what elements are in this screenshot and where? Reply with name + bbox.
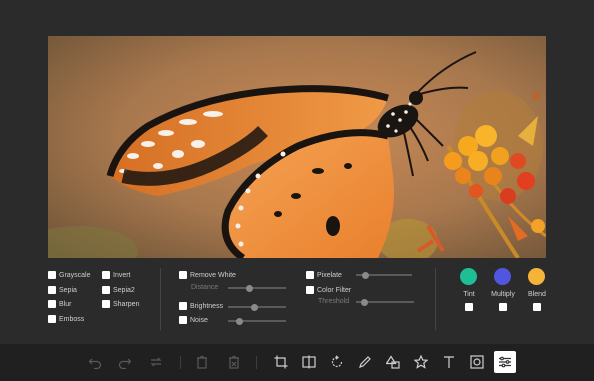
checkbox-box[interactable] <box>102 300 110 308</box>
emboss-checkbox[interactable]: Emboss <box>48 315 84 323</box>
divider <box>435 268 436 330</box>
checkbox-label: Noise <box>190 316 208 324</box>
blur-checkbox[interactable]: Blur <box>48 300 71 308</box>
slider-knob[interactable] <box>361 271 369 279</box>
noise-checkbox[interactable]: Noise <box>179 316 208 324</box>
pixelate-slider[interactable] <box>356 271 412 279</box>
slider-knob[interactable] <box>245 284 253 292</box>
undo-icon[interactable] <box>84 351 106 373</box>
reset-icon[interactable] <box>145 351 167 373</box>
text-icon[interactable] <box>438 351 460 373</box>
sepia-checkbox[interactable]: Sepia <box>48 286 77 294</box>
mask-icon[interactable] <box>466 351 488 373</box>
checkbox-box[interactable] <box>48 286 56 294</box>
filter-panel: Grayscale Sepia Blur Emboss Invert Sepia… <box>0 262 594 342</box>
checkbox-box[interactable] <box>306 286 314 294</box>
checkbox-box[interactable] <box>179 302 187 310</box>
checkbox-label: Brightness <box>190 302 224 310</box>
filter-icon[interactable] <box>494 351 516 373</box>
checkbox-label: Pixelate <box>317 271 342 279</box>
checkbox-label: Grayscale <box>59 271 91 279</box>
toolbar-divider <box>256 356 257 369</box>
grayscale-checkbox[interactable]: Grayscale <box>48 271 91 279</box>
butterfly-image <box>48 36 546 258</box>
distance-label: Distance <box>191 284 219 291</box>
checkbox-label: Remove White <box>190 271 236 279</box>
distance-slider[interactable] <box>228 284 286 292</box>
checkbox-label: Blur <box>59 300 72 308</box>
blend-label: Blend <box>528 291 546 298</box>
sharpen-checkbox[interactable]: Sharpen <box>102 300 139 308</box>
remove-white-checkbox[interactable]: Remove White <box>179 271 236 279</box>
threshold-slider[interactable] <box>356 298 414 306</box>
divider <box>160 268 161 330</box>
checkbox-box[interactable] <box>102 271 110 279</box>
editor-canvas[interactable] <box>48 36 546 258</box>
slider-knob[interactable] <box>235 317 243 325</box>
sepia2-checkbox[interactable]: Sepia2 <box>102 286 135 294</box>
checkbox-box[interactable] <box>179 316 187 324</box>
checkbox-label: Sepia <box>59 286 77 294</box>
multiply-checkbox[interactable] <box>499 303 507 311</box>
tint-checkbox[interactable] <box>465 303 473 311</box>
flip-icon[interactable] <box>298 351 320 373</box>
rotate-icon[interactable] <box>326 351 348 373</box>
multiply-color-swatch[interactable] <box>494 268 511 285</box>
brightness-checkbox[interactable]: Brightness <box>179 302 223 310</box>
toolbar-divider <box>180 356 181 369</box>
invert-checkbox[interactable]: Invert <box>102 271 131 279</box>
threshold-label: Threshold <box>318 298 350 305</box>
slider-knob[interactable] <box>361 298 369 306</box>
noise-slider[interactable] <box>228 317 286 325</box>
delete-all-icon[interactable] <box>223 351 245 373</box>
pixelate-checkbox[interactable]: Pixelate <box>306 271 342 279</box>
brightness-slider[interactable] <box>228 303 286 311</box>
checkbox-label: Color Filter <box>317 286 352 294</box>
delete-icon[interactable] <box>191 351 213 373</box>
checkbox-box[interactable] <box>179 271 187 279</box>
icon-icon[interactable] <box>410 351 432 373</box>
tint-color-swatch[interactable] <box>460 268 477 285</box>
checkbox-label: Sharpen <box>113 300 140 308</box>
checkbox-box[interactable] <box>102 286 110 294</box>
blend-checkbox[interactable] <box>533 303 541 311</box>
checkbox-label: Sepia2 <box>113 286 135 294</box>
crop-icon[interactable] <box>270 351 292 373</box>
redo-icon[interactable] <box>114 351 136 373</box>
checkbox-box[interactable] <box>306 271 314 279</box>
checkbox-label: Invert <box>113 271 131 279</box>
color-filter-checkbox[interactable]: Color Filter <box>306 286 351 294</box>
bottom-toolbar <box>0 344 594 381</box>
draw-icon[interactable] <box>354 351 376 373</box>
blend-color-swatch[interactable] <box>528 268 545 285</box>
shape-icon[interactable] <box>382 351 404 373</box>
checkbox-box[interactable] <box>48 271 56 279</box>
slider-knob[interactable] <box>250 303 258 311</box>
checkbox-box[interactable] <box>48 300 56 308</box>
checkbox-box[interactable] <box>48 315 56 323</box>
checkbox-label: Emboss <box>59 315 85 323</box>
